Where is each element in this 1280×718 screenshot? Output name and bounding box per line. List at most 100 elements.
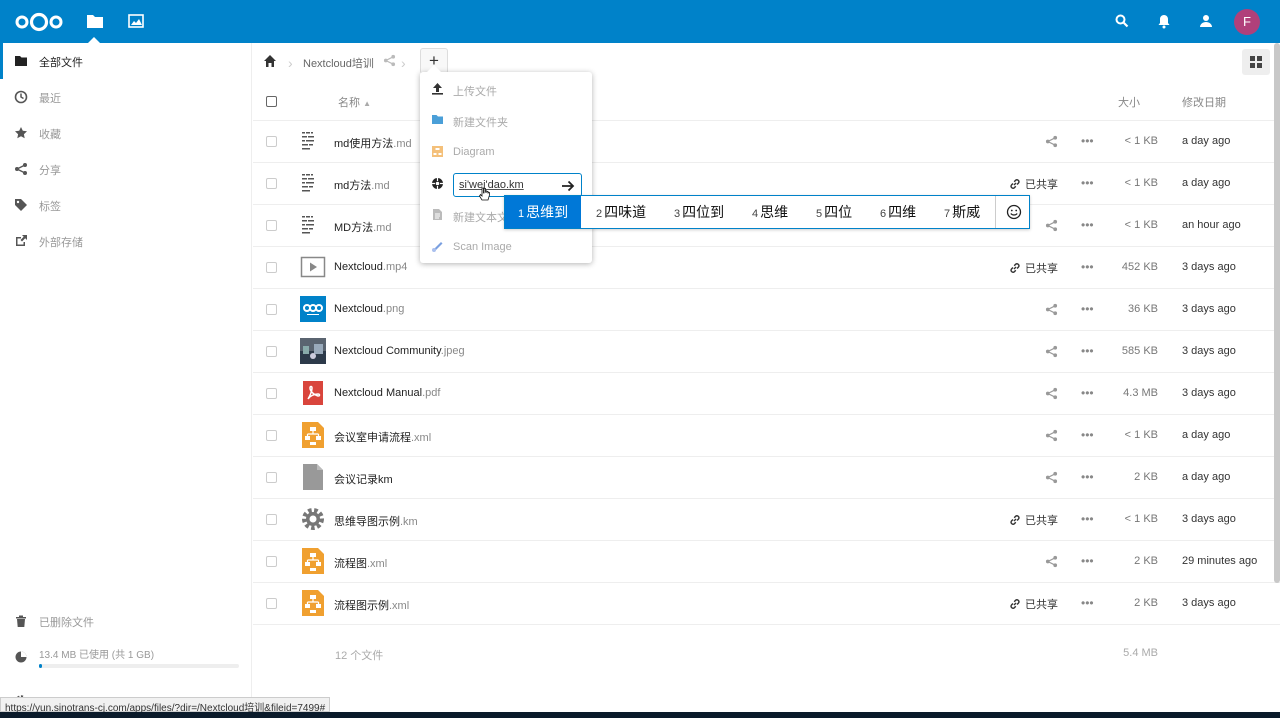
share-icon[interactable] (1045, 135, 1058, 148)
file-extension: .jpeg (440, 345, 465, 357)
row-checkbox[interactable] (266, 220, 277, 231)
toggle-grid-view-button[interactable] (1242, 49, 1270, 75)
file-size: 2 KB (1134, 555, 1158, 567)
breadcrumb-folder[interactable]: Nextcloud培训 (303, 55, 374, 71)
file-size: 2 KB (1134, 597, 1158, 609)
ime-candidate-3[interactable]: 3 四位到 (674, 196, 724, 228)
bell-icon[interactable] (1156, 13, 1172, 29)
table-row[interactable]: Nextcloud.mp4 已共享 ••• 452 KB 3 days ago (253, 247, 1280, 289)
gallery-app-icon[interactable] (127, 12, 145, 30)
file-name[interactable]: 会议室申请流程.xml (334, 429, 431, 445)
sidebar-item-settings[interactable]: 设置 (0, 683, 252, 697)
file-name[interactable]: 流程图示例.xml (334, 597, 409, 613)
row-checkbox[interactable] (266, 430, 277, 441)
file-name[interactable]: Nextcloud Manual.pdf (334, 387, 440, 399)
contacts-icon[interactable] (1198, 13, 1214, 29)
menu-item-new-folder[interactable]: 新建文件夹 (420, 104, 592, 135)
file-size: 4.3 MB (1123, 387, 1158, 399)
sidebar-item-favorites[interactable]: 收藏 (0, 115, 252, 151)
file-name[interactable]: 思维导图示例.km (334, 513, 418, 529)
menu-item-scan-image[interactable]: Scan Image (420, 231, 592, 262)
share-icon[interactable] (1045, 555, 1058, 568)
menu-item-label: 新建文本文 (453, 212, 508, 224)
files-app-icon[interactable] (86, 12, 104, 30)
row-checkbox[interactable] (266, 304, 277, 315)
sort-ascending-icon: ▲ (363, 99, 371, 108)
user-avatar[interactable]: F (1234, 9, 1260, 35)
share-icon[interactable] (1045, 387, 1058, 400)
os-taskbar (0, 712, 1280, 718)
select-all-checkbox[interactable] (266, 96, 277, 107)
candidate-number: 6 (880, 208, 887, 220)
menu-item-diagram[interactable]: Diagram (420, 136, 592, 167)
sidebar-item-tags[interactable]: 标签 (0, 187, 252, 223)
column-header-size[interactable]: 大小 (1118, 94, 1140, 110)
file-base-name: 会议记录km (334, 474, 393, 486)
row-checkbox[interactable] (266, 556, 277, 567)
row-checkbox[interactable] (266, 388, 277, 399)
ime-candidate-2[interactable]: 2 四味道 (596, 196, 646, 228)
shared-indicator[interactable]: 已共享 (1009, 512, 1058, 528)
row-checkbox[interactable] (266, 514, 277, 525)
column-header-modified[interactable]: 修改日期 (1182, 94, 1226, 110)
file-base-name: 会议室申请流程 (334, 432, 411, 444)
row-checkbox[interactable] (266, 136, 277, 147)
file-name[interactable]: Nextcloud.mp4 (334, 261, 407, 273)
table-row[interactable]: 流程图.xml ••• 2 KB 29 minutes ago (253, 541, 1280, 583)
sidebar-item-external-storage[interactable]: 外部存储 (0, 223, 252, 259)
table-row[interactable]: 流程图示例.xml 已共享 ••• 2 KB 3 days ago (253, 583, 1280, 625)
share-icon[interactable] (1045, 429, 1058, 442)
file-modified-date: 3 days ago (1182, 513, 1236, 525)
file-name[interactable]: Nextcloud Community.jpeg (334, 345, 465, 357)
menu-item-upload[interactable]: 上传文件 (420, 73, 592, 104)
sidebar-item-all-files[interactable]: 全部文件 (0, 43, 252, 79)
home-icon[interactable] (263, 54, 277, 68)
row-checkbox[interactable] (266, 598, 277, 609)
file-name[interactable]: 流程图.xml (334, 555, 387, 571)
file-name[interactable]: 会议记录km (334, 471, 393, 487)
ime-candidate-4[interactable]: 4 思维 (752, 196, 788, 228)
table-row[interactable]: 思维导图示例.km 已共享 ••• < 1 KB 3 days ago (253, 499, 1280, 541)
sidebar-item-label: 全部文件 (39, 57, 83, 69)
ime-candidate-1[interactable]: 1 思维到 (505, 196, 582, 228)
arrow-right-icon[interactable] (561, 179, 575, 193)
table-row[interactable]: Nextcloud Community.jpeg ••• 585 KB 3 days … (253, 331, 1280, 373)
table-row[interactable]: 会议室申请流程.xml ••• < 1 KB a day ago (253, 415, 1280, 457)
scrollbar[interactable] (1274, 43, 1280, 583)
table-row[interactable]: 会议记录km ••• 2 KB a day ago (253, 457, 1280, 499)
shared-indicator[interactable]: 已共享 (1009, 596, 1058, 612)
file-name[interactable]: Nextcloud.png (334, 303, 404, 315)
row-checkbox[interactable] (266, 346, 277, 357)
sidebar-item-recent[interactable]: 最近 (0, 79, 252, 115)
new-file-name-input[interactable]: si'wei'dao.km (453, 173, 582, 197)
sidebar-item-shares[interactable]: 分享 (0, 151, 252, 187)
ime-candidate-5[interactable]: 5 四位 (816, 196, 852, 228)
shared-indicator[interactable]: 已共享 (1009, 176, 1058, 192)
table-row[interactable]: Nextcloud.png ••• 36 KB 3 days ago (253, 289, 1280, 331)
row-checkbox[interactable] (266, 178, 277, 189)
ime-candidate-6[interactable]: 6 四维 (880, 196, 916, 228)
shared-label: 已共享 (1025, 263, 1058, 275)
file-base-name: 流程图示例 (334, 600, 389, 612)
search-icon[interactable] (1114, 13, 1130, 29)
file-name[interactable]: md使用方法.md (334, 135, 412, 151)
table-row[interactable]: md使用方法.md ••• < 1 KB a day ago (253, 121, 1280, 163)
shared-indicator[interactable]: 已共享 (1009, 260, 1058, 276)
sidebar-item-deleted-files[interactable]: 已删除文件 (0, 603, 252, 639)
share-icon[interactable] (1045, 471, 1058, 484)
table-row[interactable]: Nextcloud Manual.pdf ••• 4.3 MB 3 days ago (253, 373, 1280, 415)
row-checkbox[interactable] (266, 472, 277, 483)
quota-progress-bar (39, 664, 239, 668)
ime-emoji-button[interactable] (995, 196, 1030, 228)
ime-candidate-7[interactable]: 7 斯威 (944, 196, 980, 228)
column-header-name[interactable]: 名称 ▲ (338, 94, 371, 110)
share-icon[interactable] (1045, 345, 1058, 358)
file-name[interactable]: MD方法.md (334, 219, 391, 235)
nextcloud-logo-icon[interactable] (14, 11, 64, 33)
share-icon[interactable] (1045, 219, 1058, 232)
file-name[interactable]: md方法.md (334, 177, 390, 193)
share-icon[interactable] (1045, 303, 1058, 316)
share-icon[interactable] (383, 54, 396, 67)
browser-status-url: https://yun.sinotrans-cj.com/apps/files/… (0, 697, 331, 714)
row-checkbox[interactable] (266, 262, 277, 273)
